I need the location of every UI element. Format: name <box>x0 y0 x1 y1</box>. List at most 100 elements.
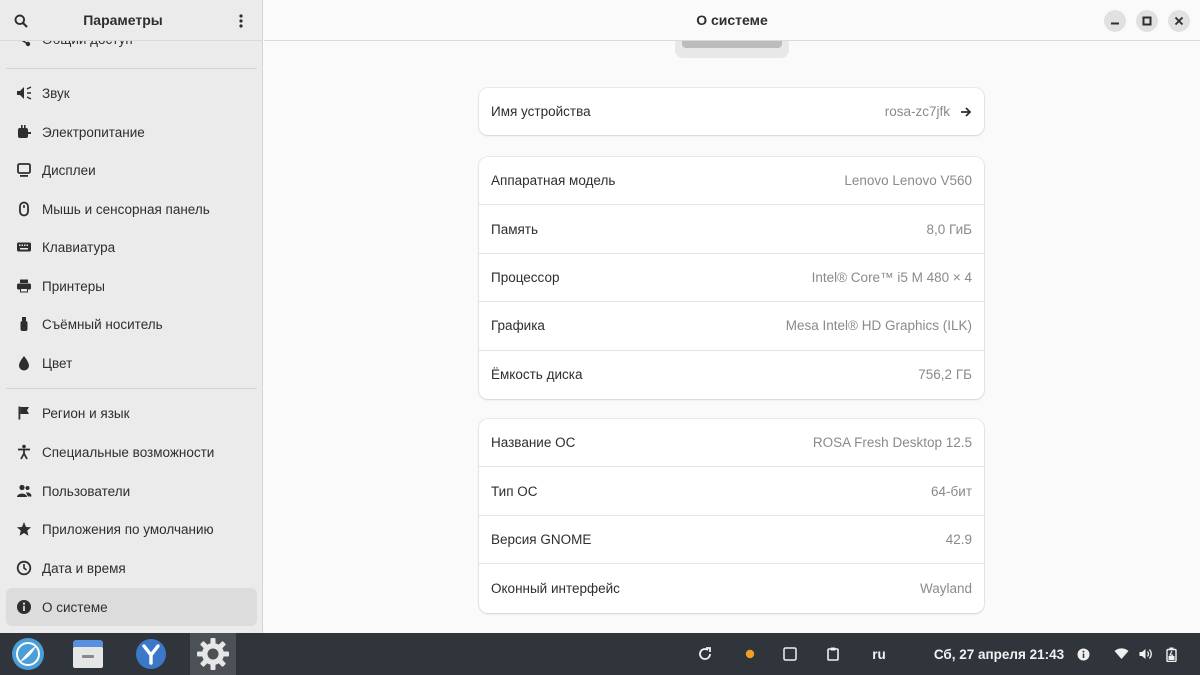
device-name-value: rosa-zc7jfk <box>884 104 950 119</box>
menu-button[interactable] <box>230 8 252 34</box>
sidebar-item-keyboard[interactable]: Клавиатура <box>6 228 257 266</box>
mouse-icon <box>16 201 32 217</box>
row-value: 64-бит <box>931 483 972 499</box>
color-icon <box>16 355 32 371</box>
printer-icon <box>16 278 32 294</box>
sidebar-separator <box>6 388 257 389</box>
sidebar-item-color[interactable]: Цвет <box>6 344 257 382</box>
notification-indicator[interactable] <box>740 633 760 675</box>
sidebar-item-label: Пользователи <box>42 483 131 499</box>
sidebar-item-accessibility[interactable]: Специальные возможности <box>6 433 257 471</box>
sidebar: Общий доступ Звук Электропитание Диспле <box>0 0 263 633</box>
about-content: Имя устройства rosa-zc7jfk Аппаратная мо… <box>264 41 1200 633</box>
volume-icon <box>1139 649 1152 659</box>
settings-app-button[interactable] <box>190 633 236 675</box>
keyboard-layout-indicator[interactable]: ru <box>864 633 894 675</box>
minimize-icon <box>1111 22 1119 25</box>
arrow-right-icon <box>960 106 972 118</box>
battery-indicator[interactable] <box>1160 633 1182 675</box>
maximize-icon <box>1142 16 1152 26</box>
volume-indicator[interactable] <box>1135 633 1157 675</box>
distro-logo <box>675 41 789 58</box>
row-label: Процессор <box>491 269 560 285</box>
sidebar-item-label: Электропитание <box>42 124 145 140</box>
sidebar-item-label: Дата и время <box>42 560 126 576</box>
minimize-button[interactable] <box>1104 10 1126 32</box>
sidebar-item-label: Съёмный носитель <box>42 316 163 332</box>
hardware-card: Аппаратная модель Lenovo Lenovo V560 Пам… <box>479 157 984 399</box>
wifi-icon <box>1114 648 1128 659</box>
sidebar-item-label: Мышь и сенсорная панель <box>42 201 210 217</box>
close-button[interactable] <box>1168 10 1190 32</box>
row-value: 8,0 ГиБ <box>926 221 972 237</box>
yandex-browser-icon <box>136 639 166 669</box>
file-manager-icon <box>73 640 103 668</box>
file-manager-button[interactable] <box>65 633 111 675</box>
sidebar-item-label: Клавиатура <box>42 239 116 255</box>
sidebar-item-label: Регион и язык <box>42 405 130 421</box>
clock-icon <box>16 560 32 576</box>
sidebar-item-mouse[interactable]: Мышь и сенсорная панель <box>6 190 257 228</box>
sidebar-header: Параметры <box>0 0 262 41</box>
sidebar-item-label: О системе <box>42 599 108 615</box>
sidebar-item-region[interactable]: Регион и язык <box>6 394 257 432</box>
info-icon <box>1077 648 1089 660</box>
clipboard-button[interactable] <box>822 633 844 675</box>
sidebar-item-label: Дисплеи <box>42 162 96 178</box>
hardware-row: Графика Mesa Intel® HD Graphics (ILK) <box>479 302 984 351</box>
speaker-icon <box>16 85 32 101</box>
hardware-row: Процессор Intel® Core™ i5 M 480 × 4 <box>479 254 984 303</box>
sidebar-item-label: Приложения по умолчанию <box>42 521 214 537</box>
sidebar-item-default-apps[interactable]: Приложения по умолчанию <box>6 510 257 548</box>
row-value: Intel® Core™ i5 M 480 × 4 <box>811 269 972 285</box>
sidebar-item-sound[interactable]: Звук <box>6 74 257 112</box>
row-label: Тип ОС <box>491 483 538 499</box>
search-button[interactable] <box>8 8 34 34</box>
row-value: ROSA Fresh Desktop 12.5 <box>812 435 972 451</box>
sidebar-item-removable-media[interactable]: Съёмный носитель <box>6 305 257 343</box>
flag-icon <box>16 405 32 421</box>
sidebar-item-users[interactable]: Пользователи <box>6 472 257 510</box>
row-label: Память <box>491 221 539 237</box>
app-menu-button[interactable] <box>5 633 51 675</box>
window-overview-button[interactable] <box>779 633 801 675</box>
os-row: Версия GNOME 42.9 <box>479 516 984 565</box>
device-name-row[interactable]: Имя устройства rosa-zc7jfk <box>479 88 984 135</box>
info-tray-button[interactable] <box>1074 633 1092 675</box>
clock[interactable]: Сб, 27 апреля 21:43 <box>930 633 1068 675</box>
usb-icon <box>16 316 32 332</box>
sidebar-item-printers[interactable]: Принтеры <box>6 267 257 305</box>
row-label: Оконный интерфейс <box>491 580 620 596</box>
sidebar-item-datetime[interactable]: Дата и время <box>6 549 257 587</box>
rosa-logo-icon <box>12 638 44 670</box>
sidebar-item-power[interactable]: Электропитание <box>6 113 257 151</box>
network-indicator[interactable] <box>1110 633 1132 675</box>
yandex-browser-button[interactable] <box>128 633 174 675</box>
sidebar-item-label: Специальные возможности <box>42 444 215 460</box>
kebab-menu-icon <box>239 14 243 28</box>
os-row: Название ОС ROSA Fresh Desktop 12.5 <box>479 419 984 468</box>
row-value: 756,2 ГБ <box>918 367 972 383</box>
star-icon <box>16 521 32 537</box>
row-value: 42.9 <box>945 531 972 547</box>
row-label: Название ОС <box>491 435 576 451</box>
accessibility-icon <box>16 444 32 460</box>
refresh-tray-button[interactable] <box>694 633 716 675</box>
sidebar-item-about[interactable]: О системе <box>6 588 257 626</box>
sidebar-item-label: Принтеры <box>42 278 105 294</box>
maximize-button[interactable] <box>1136 10 1158 32</box>
row-value: Lenovo Lenovo V560 <box>844 173 972 189</box>
hardware-row: Ёмкость диска 756,2 ГБ <box>479 351 984 399</box>
close-icon <box>1174 16 1184 26</box>
orange-dot-icon <box>745 649 755 659</box>
sidebar-item-displays[interactable]: Дисплеи <box>6 151 257 189</box>
row-value: Wayland <box>919 580 972 596</box>
row-label: Имя устройства <box>491 104 591 119</box>
row-label: Версия GNOME <box>491 531 592 547</box>
info-icon <box>16 599 32 615</box>
row-label: Ёмкость диска <box>491 367 583 383</box>
sidebar-title: Параметры <box>83 12 163 28</box>
clipboard-icon <box>827 647 839 661</box>
refresh-icon <box>699 647 711 660</box>
os-row: Тип ОС 64-бит <box>479 467 984 516</box>
